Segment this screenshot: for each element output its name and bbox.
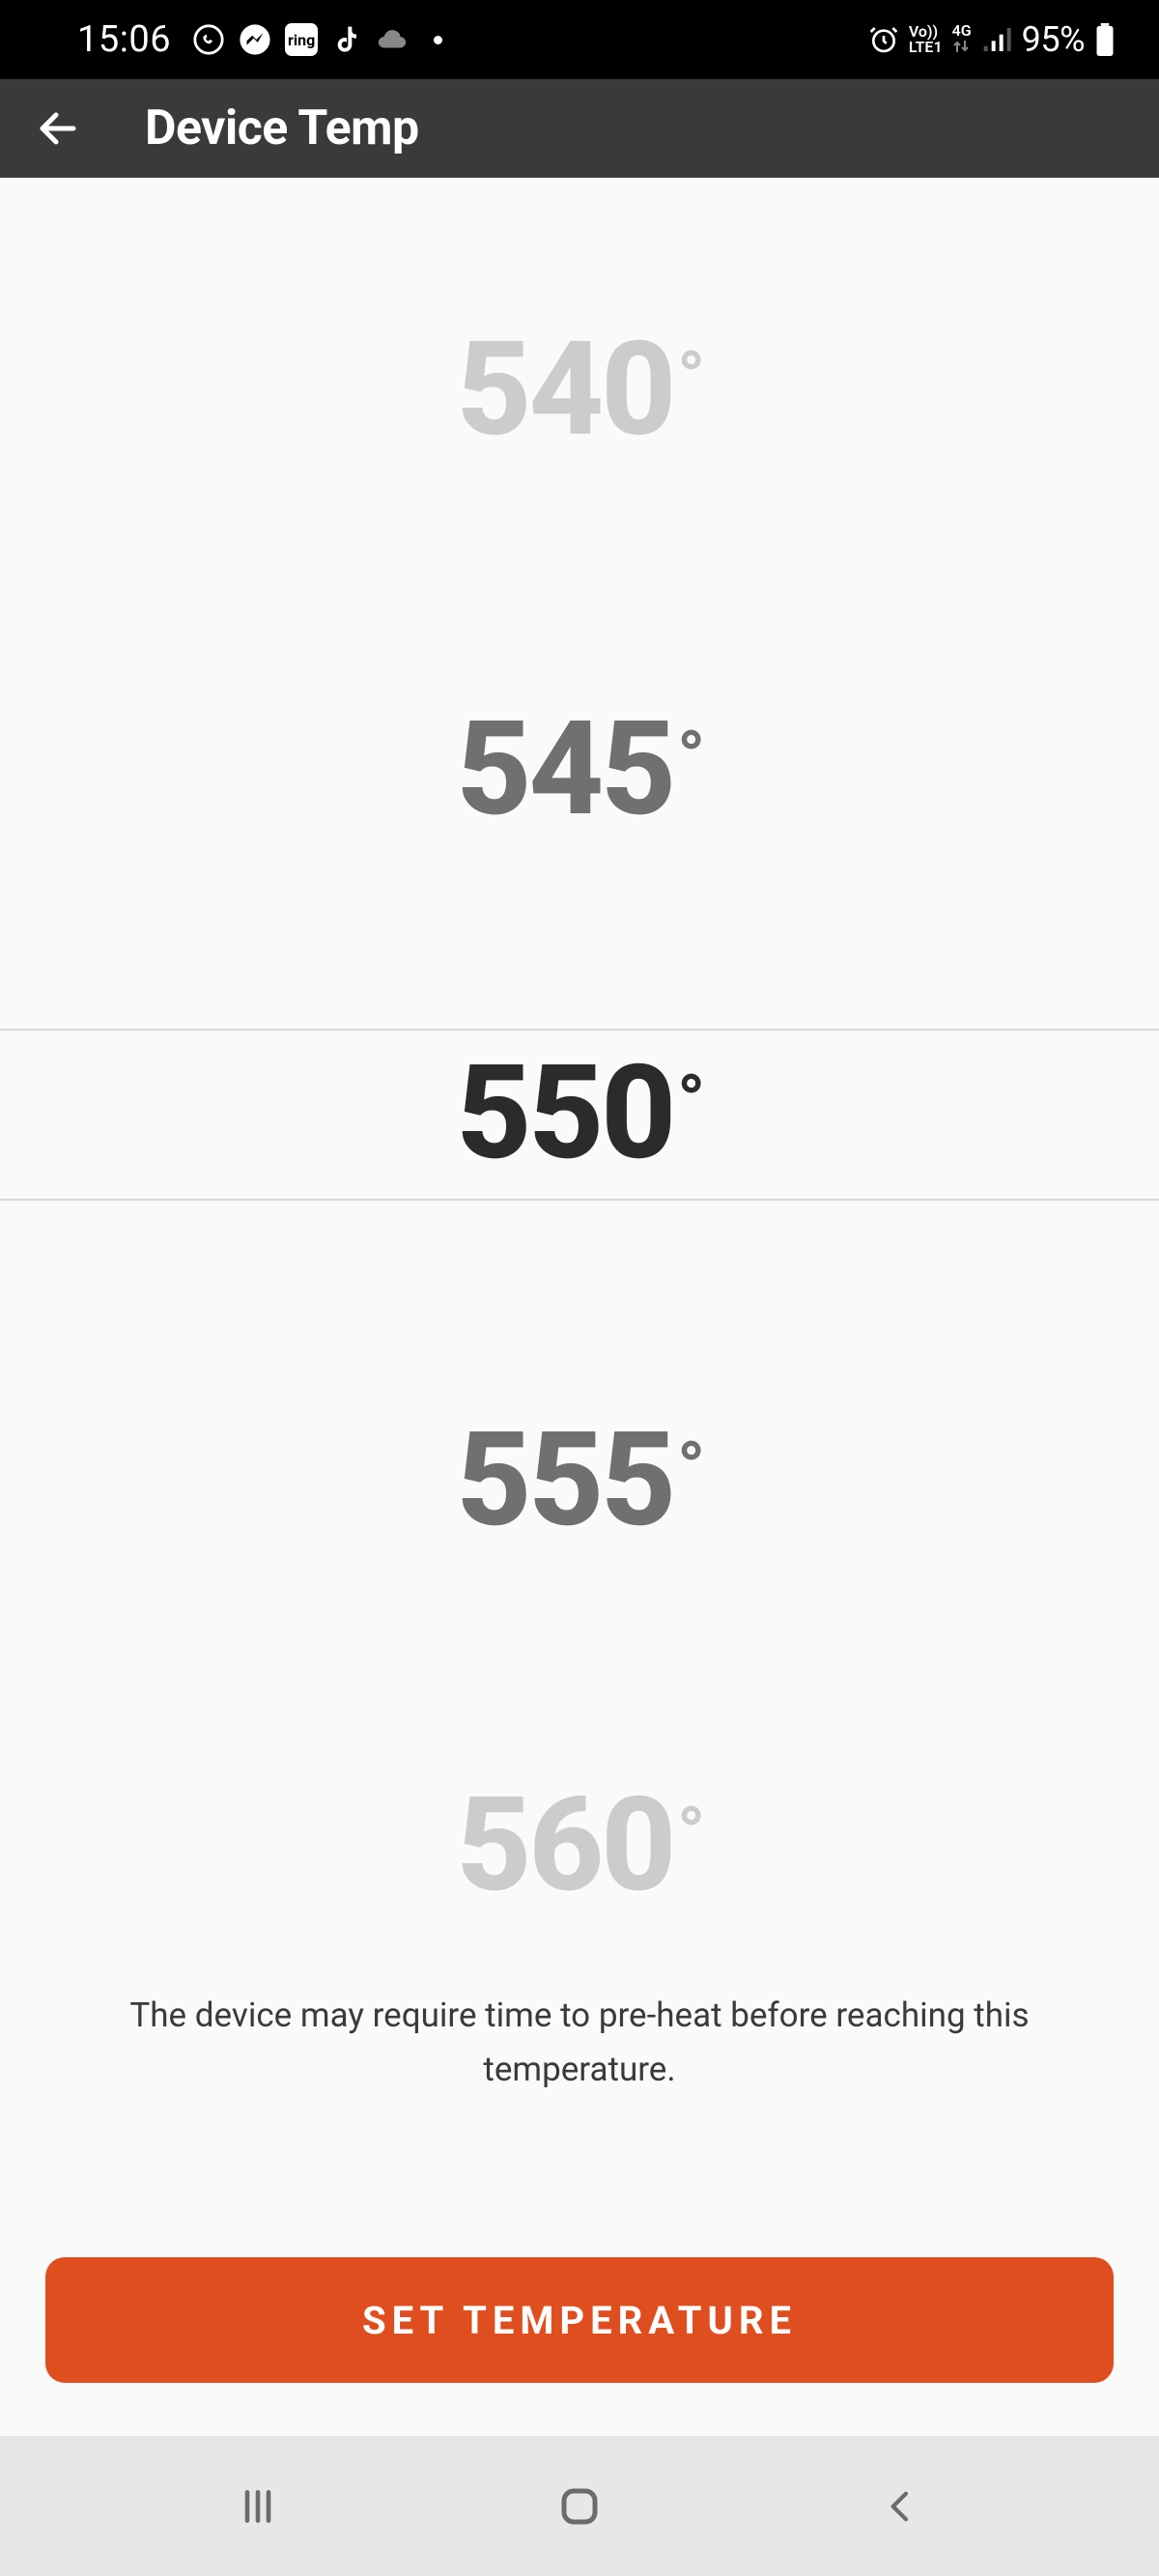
degree-symbol: ° xyxy=(677,1792,702,1876)
picker-value: 545 xyxy=(457,693,674,845)
battery-percent: 95% xyxy=(1022,19,1085,60)
system-nav-bar xyxy=(0,2436,1159,2576)
set-temperature-button[interactable]: SET TEMPERATURE xyxy=(45,2257,1114,2383)
status-time: 15:06 xyxy=(77,18,171,61)
signal-icon xyxy=(981,26,1012,53)
picker-option[interactable]: 540° xyxy=(0,313,1159,466)
helper-text: The device may require time to pre-heat … xyxy=(0,1989,1159,2097)
more-dot-icon xyxy=(434,36,442,44)
back-nav-button[interactable] xyxy=(867,2473,935,2540)
degree-symbol: ° xyxy=(677,1060,702,1144)
picker-option[interactable]: 555° xyxy=(0,1403,1159,1556)
degree-symbol: ° xyxy=(677,1427,702,1511)
picker-value: 550 xyxy=(457,1036,674,1189)
network-label: Vo)) LTE1 xyxy=(909,24,943,55)
status-bar: 15:06 ring xyxy=(0,0,1159,79)
network-lte: LTE1 xyxy=(909,40,943,55)
arrow-left-icon xyxy=(35,105,81,152)
status-left: 15:06 ring xyxy=(77,18,442,61)
picker-value: 540 xyxy=(457,313,674,466)
cloud-icon xyxy=(376,28,409,51)
degree-symbol: ° xyxy=(677,336,702,420)
app-header: Device Temp xyxy=(0,79,1159,178)
picker-value: 560 xyxy=(457,1769,674,1921)
chevron-left-icon xyxy=(882,2485,920,2528)
recents-button[interactable] xyxy=(224,2473,292,2540)
recents-icon xyxy=(237,2485,279,2528)
picker-value: 555 xyxy=(457,1403,674,1556)
whatsapp-icon xyxy=(192,23,225,56)
picker-selection-band: 550° xyxy=(0,1029,1159,1201)
network-arrows-icon xyxy=(952,39,972,57)
ring-icon: ring xyxy=(285,23,318,56)
network-4g: 4G xyxy=(952,23,972,57)
messenger-icon xyxy=(239,23,271,56)
battery-icon xyxy=(1094,23,1116,56)
tiktok-icon xyxy=(331,23,362,56)
home-icon xyxy=(556,2483,603,2530)
picker-option-selected[interactable]: 550° xyxy=(0,1036,1159,1189)
degree-symbol: ° xyxy=(677,716,702,800)
temperature-picker[interactable]: 540° 545° 550° 555° 560° The device may … xyxy=(0,178,1159,1984)
status-right: Vo)) LTE1 4G 95% xyxy=(868,19,1116,60)
home-button[interactable] xyxy=(546,2473,613,2540)
network-4g-text: 4G xyxy=(952,23,972,39)
alarm-icon xyxy=(868,24,899,55)
picker-option[interactable]: 545° xyxy=(0,693,1159,845)
back-button[interactable] xyxy=(29,99,87,157)
set-temperature-label: SET TEMPERATURE xyxy=(362,2298,797,2343)
page-title: Device Temp xyxy=(145,100,419,156)
picker-option[interactable]: 560° xyxy=(0,1769,1159,1921)
